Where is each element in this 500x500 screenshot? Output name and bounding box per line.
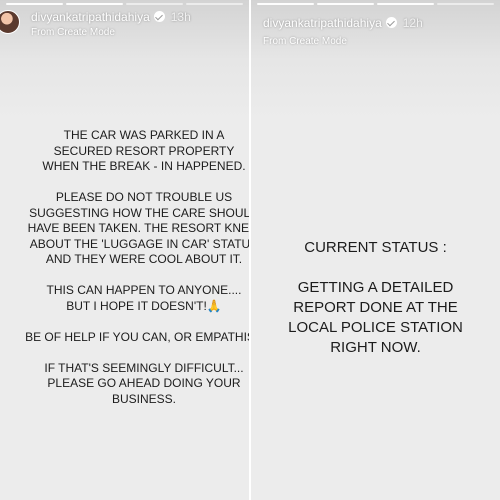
progress-segment [377, 3, 434, 5]
story-panel-right[interactable]: divyankatripathidahiya 12h From Create Mo… [251, 0, 500, 500]
avatar[interactable] [0, 10, 20, 34]
progress-segment [437, 3, 494, 5]
post-time: 12h [402, 16, 423, 30]
progress-segment [126, 3, 183, 5]
progress-segment [317, 3, 374, 5]
progress-segment [66, 3, 123, 5]
story-text: CURRENT STATUS : GETTING A DETAILED REPO… [288, 239, 463, 356]
story-progress-bar [257, 3, 494, 5]
create-mode-label: From Create Mode [263, 36, 347, 47]
story-panel-left[interactable]: divyankatripathidahiya 13h From Create Mo… [0, 0, 249, 500]
story-header: divyankatripathidahiya 12h From Create Mo… [251, 6, 500, 47]
story-progress-bar [6, 3, 243, 5]
verified-badge-icon [385, 17, 397, 28]
story-header: divyankatripathidahiya 13h From Create Mo… [0, 6, 249, 42]
post-time: 13h [170, 10, 191, 24]
story-text: THE CAR WAS PARKED IN A SECURED RESORT P… [25, 128, 249, 406]
username[interactable]: divyankatripathidahiya [31, 10, 150, 24]
username[interactable]: divyankatripathidahiya [263, 16, 382, 30]
progress-segment [6, 3, 63, 5]
verified-badge-icon [153, 11, 165, 22]
username-line[interactable]: divyankatripathidahiya 13h [31, 10, 191, 24]
create-mode-label: From Create Mode [31, 27, 115, 38]
progress-segment [186, 3, 243, 5]
username-line[interactable]: divyankatripathidahiya 12h [263, 16, 423, 30]
progress-segment [257, 3, 314, 5]
